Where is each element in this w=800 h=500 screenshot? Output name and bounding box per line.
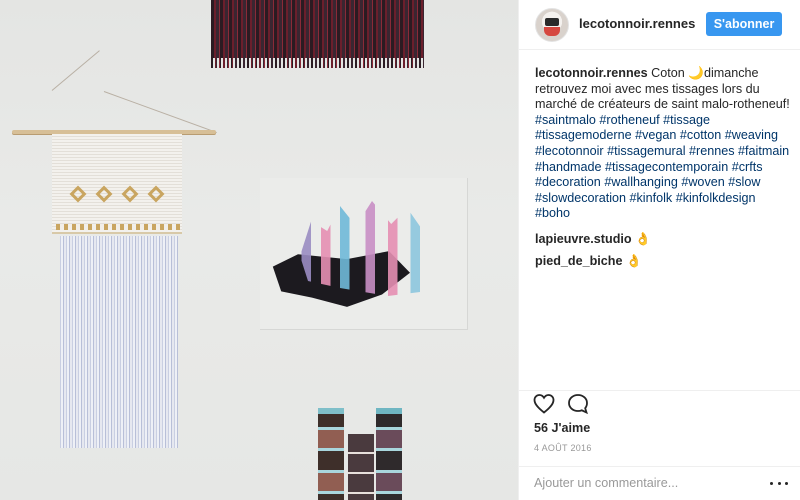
likes-count[interactable]: 56 J'aime <box>534 421 590 435</box>
photo-strip <box>348 434 374 500</box>
comment-input[interactable] <box>534 474 754 492</box>
panel-overlay: 56 J'aime 4 AOÛT 2016 <box>518 0 800 500</box>
diamond-motif <box>95 185 113 203</box>
photo-booth-strips <box>318 408 408 500</box>
dot <box>770 481 773 485</box>
gold-band <box>56 224 180 230</box>
dot <box>777 481 781 485</box>
actions-bar <box>518 390 800 420</box>
post-photo[interactable] <box>0 0 518 500</box>
gold-diamond-pattern <box>69 185 165 203</box>
dark-wall-hanging <box>211 0 424 68</box>
diamond-motif <box>69 185 87 203</box>
dot <box>785 481 788 485</box>
woven-panel <box>52 134 182 234</box>
heart-icon[interactable] <box>532 392 556 416</box>
diamond-motif <box>147 185 165 203</box>
photo-strip <box>318 408 344 500</box>
comment-icon[interactable] <box>566 392 590 416</box>
more-options-icon[interactable] <box>770 474 788 492</box>
hanging-string <box>51 50 100 91</box>
lilac-fringe <box>60 236 178 448</box>
hanging-string <box>103 91 217 134</box>
diamond-motif <box>121 185 139 203</box>
post-date[interactable]: 4 AOÛT 2016 <box>534 443 592 453</box>
photo-strip <box>376 408 402 500</box>
